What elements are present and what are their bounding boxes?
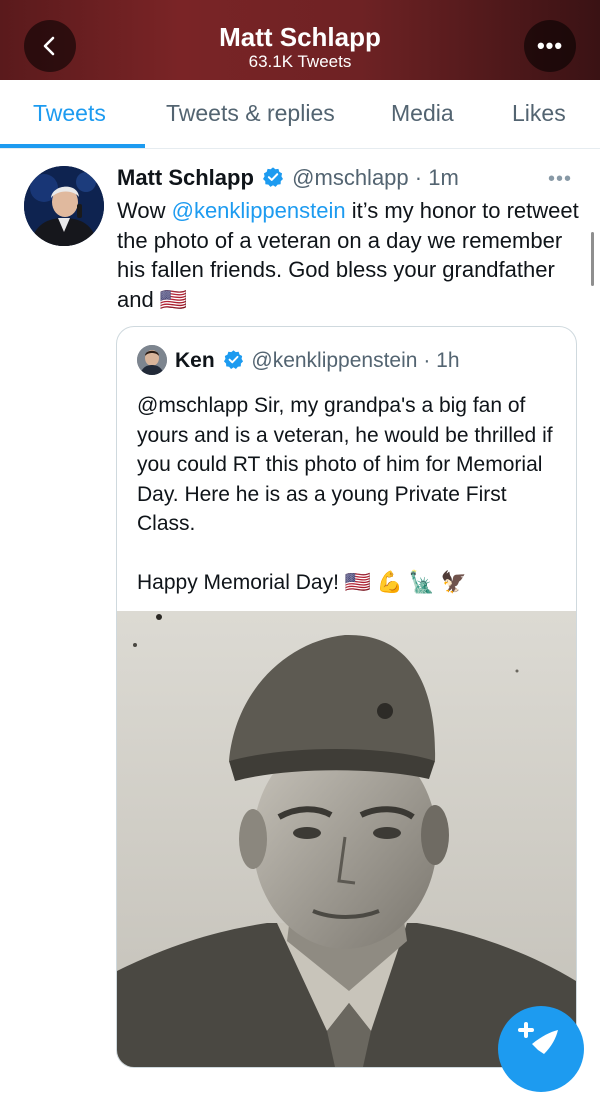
verified-badge-icon bbox=[263, 167, 284, 187]
quoted-tweet-header: Ken @kenklippenstein · 1h bbox=[175, 349, 460, 373]
tweet-header: Matt Schlapp @mschlapp · 1m bbox=[117, 165, 459, 191]
compose-tweet-button[interactable] bbox=[498, 1006, 584, 1092]
verified-badge-icon bbox=[223, 350, 243, 369]
quoted-tweet-card[interactable]: Ken @kenklippenstein · 1h @mschlapp Sir,… bbox=[116, 326, 577, 1068]
tweet-author-handle[interactable]: @mschlapp bbox=[292, 165, 409, 190]
quoted-tweet-text: @mschlapp Sir, my grandpa's a big fan of… bbox=[137, 391, 557, 598]
tweet-mention-link[interactable]: @kenklippenstein bbox=[172, 198, 346, 223]
more-icon: ••• bbox=[536, 33, 564, 58]
tweet-options-icon[interactable]: ••• bbox=[548, 168, 572, 191]
more-button[interactable]: ••• bbox=[524, 20, 576, 72]
tab-tweets[interactable]: Tweets bbox=[33, 100, 106, 127]
tweet-text: Wow @kenklippenstein it’s my honor to re… bbox=[117, 196, 587, 314]
tab-likes[interactable]: Likes bbox=[512, 100, 566, 127]
tab-media[interactable]: Media bbox=[391, 100, 454, 127]
tweet-time: · 1m bbox=[414, 165, 459, 190]
avatar[interactable] bbox=[24, 166, 104, 246]
quoted-author-name[interactable]: Ken bbox=[175, 349, 215, 372]
quoted-text-body: @mschlapp Sir, my grandpa's a big fan of… bbox=[137, 394, 553, 535]
quoted-avatar[interactable] bbox=[137, 345, 167, 375]
flag-emoji: 🇺🇸 bbox=[159, 286, 188, 312]
header-name: Matt Schlapp bbox=[219, 22, 381, 52]
quoted-text-closing: Happy Memorial Day! 🇺🇸 💪 🗽 🦅 bbox=[137, 571, 467, 594]
header-tweet-count: 63.1K Tweets bbox=[248, 52, 352, 71]
profile-header: Matt Schlapp 63.1K Tweets ••• bbox=[0, 0, 600, 80]
profile-tabs: Tweets Tweets & replies Media Likes bbox=[0, 80, 600, 149]
tweet-text-prefix: Wow bbox=[117, 198, 172, 223]
tweet-author-name[interactable]: Matt Schlapp bbox=[117, 165, 254, 190]
quoted-author-handle[interactable]: @kenklippenstein bbox=[251, 349, 417, 372]
veteran-photo[interactable] bbox=[117, 611, 576, 1067]
quoted-time: · 1h bbox=[423, 349, 460, 372]
scrollbar[interactable] bbox=[591, 232, 594, 286]
active-tab-indicator bbox=[0, 144, 145, 148]
tab-tweets-replies[interactable]: Tweets & replies bbox=[166, 100, 335, 127]
compose-tweet-icon bbox=[518, 1022, 558, 1054]
